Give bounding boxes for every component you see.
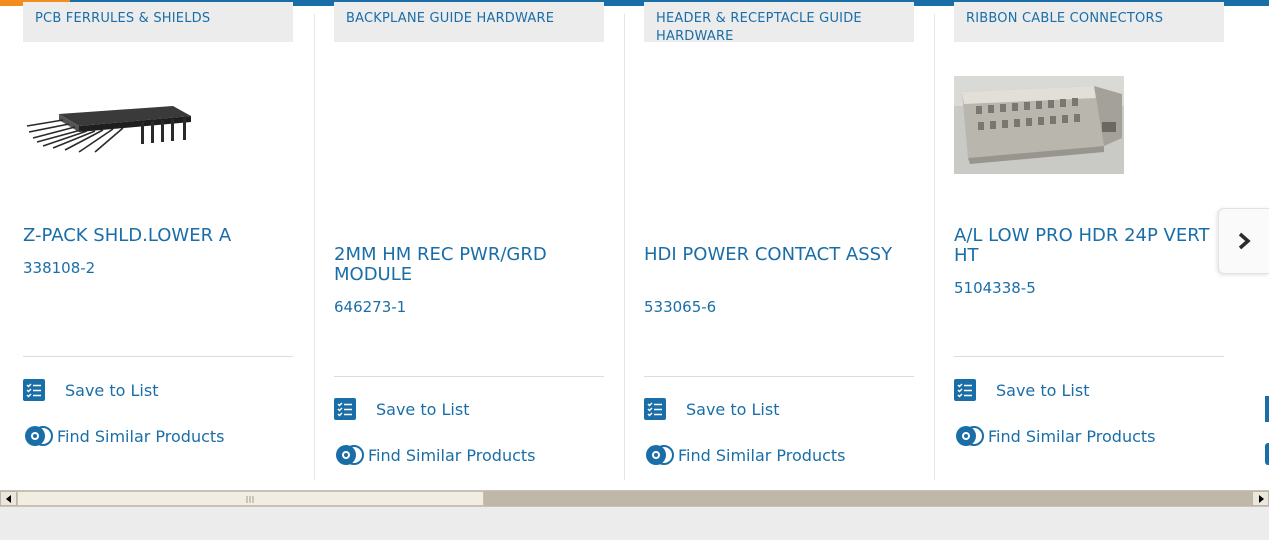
checklist-icon xyxy=(23,379,45,401)
product-card: RIBBON CABLE CONNECTORS A/L LOW PRO HDR … xyxy=(934,0,1224,480)
grip-icon xyxy=(246,496,254,503)
arrow-right-icon xyxy=(1258,494,1264,503)
product-image[interactable] xyxy=(23,76,193,174)
part-number-link[interactable]: 5104338-5 xyxy=(954,279,1036,297)
carousel-next-button[interactable] xyxy=(1218,208,1269,274)
product-title-link[interactable]: HDI POWER CONTACT ASSY xyxy=(644,245,914,265)
product-image[interactable] xyxy=(954,76,1124,174)
card-separator xyxy=(954,356,1224,357)
arrow-left-icon xyxy=(5,494,11,503)
save-to-list-label: Save to List xyxy=(65,380,159,400)
save-to-list-label: Save to List xyxy=(686,399,780,419)
product-card: PCB FERRULES & SHIELDS Z-PACK SHLD.LOWER… xyxy=(23,0,293,480)
product-card: BACKPLANE GUIDE HARDWARE 2MM HM REC PWR/… xyxy=(314,0,604,480)
find-similar-button[interactable]: Find Similar Products xyxy=(954,424,1156,448)
find-similar-button[interactable]: Find Similar Products xyxy=(23,424,225,448)
product-title-link[interactable]: A/L LOW PRO HDR 24P VERT HT xyxy=(954,226,1224,266)
chevron-right-icon xyxy=(1238,232,1251,250)
save-to-list-button[interactable]: Save to List xyxy=(334,397,469,421)
save-to-list-button[interactable]: Save to List xyxy=(954,378,1089,402)
product-category[interactable]: BACKPLANE GUIDE HARDWARE xyxy=(334,2,604,42)
save-to-list-button[interactable]: Save to List xyxy=(644,397,779,421)
save-to-list-label: Save to List xyxy=(996,380,1090,400)
find-similar-label: Find Similar Products xyxy=(368,445,536,465)
checklist-icon xyxy=(954,379,976,401)
page-footer-area xyxy=(0,507,1269,540)
find-similar-button[interactable]: Find Similar Products xyxy=(644,443,846,467)
card-separator xyxy=(334,376,604,377)
find-similar-button[interactable]: Find Similar Products xyxy=(334,443,536,467)
product-card: HEADER & RECEPTACLE GUIDE HARDWARE HDI P… xyxy=(624,0,914,480)
card-separator xyxy=(23,356,293,357)
card-separator xyxy=(644,376,914,377)
checklist-icon xyxy=(334,398,356,420)
save-to-list-button[interactable]: Save to List xyxy=(23,378,158,402)
product-category[interactable]: HEADER & RECEPTACLE GUIDE HARDWARE xyxy=(644,2,914,44)
scroll-right-button[interactable] xyxy=(1252,491,1269,506)
product-title-link[interactable]: 2MM HM REC PWR/GRD MODULE xyxy=(334,245,604,285)
product-category[interactable]: PCB FERRULES & SHIELDS xyxy=(23,2,293,42)
product-title-link[interactable]: Z-PACK SHLD.LOWER A xyxy=(23,226,293,246)
find-similar-icon xyxy=(25,426,53,446)
scroll-left-button[interactable] xyxy=(0,491,17,506)
product-category[interactable]: RIBBON CABLE CONNECTORS xyxy=(954,2,1224,42)
find-similar-label: Find Similar Products xyxy=(988,426,1156,446)
part-number-link[interactable]: 338108-2 xyxy=(23,259,95,277)
horizontal-scrollbar[interactable] xyxy=(0,490,1269,507)
save-to-list-label: Save to List xyxy=(376,399,470,419)
checklist-icon xyxy=(644,398,666,420)
scrollbar-thumb[interactable] xyxy=(17,491,484,506)
find-similar-label: Find Similar Products xyxy=(678,445,846,465)
find-similar-icon xyxy=(336,445,364,465)
part-number-link[interactable]: 533065-6 xyxy=(644,298,716,316)
part-number-link[interactable]: 646273-1 xyxy=(334,298,406,316)
find-similar-icon xyxy=(646,445,674,465)
product-carousel: PCB FERRULES & SHIELDS Z-PACK SHLD.LOWER… xyxy=(0,0,1269,483)
find-similar-icon xyxy=(956,426,984,446)
find-similar-label: Find Similar Products xyxy=(57,426,225,446)
